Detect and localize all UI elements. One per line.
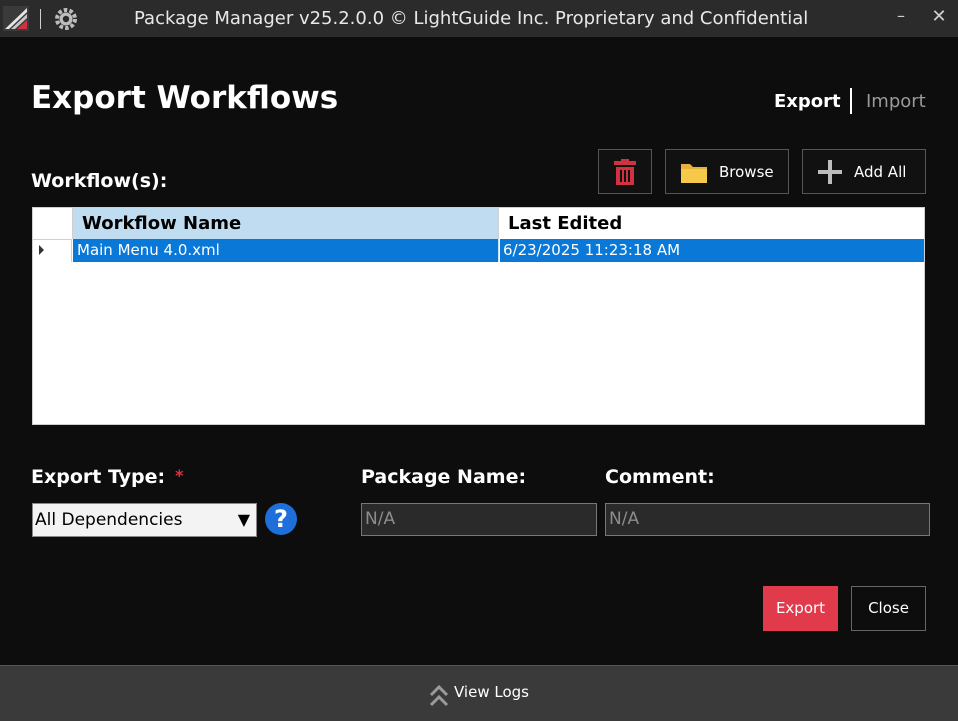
package-name-field[interactable]: N/A xyxy=(361,503,597,536)
title-bar: Package Manager v25.2.0.0 © LightGuide I… xyxy=(0,0,958,37)
column-header-workflow-name[interactable]: Workflow Name xyxy=(73,208,499,239)
table-header: Workflow Name Last Edited xyxy=(33,208,924,239)
package-name-label: Package Name: xyxy=(361,466,527,488)
double-chevron-up-icon xyxy=(429,684,449,707)
export-type-label-text: Export Type: xyxy=(31,466,166,488)
comment-field[interactable]: N/A xyxy=(605,503,930,536)
row-pointer-icon xyxy=(39,245,44,255)
workflows-label: Workflow(s): xyxy=(31,170,168,192)
gear-icon[interactable] xyxy=(54,7,78,31)
plus-icon xyxy=(818,159,842,184)
table-corner-cell xyxy=(33,208,73,239)
delete-button[interactable] xyxy=(598,149,652,194)
close-window-button[interactable]: ✕ xyxy=(929,6,949,30)
row-header[interactable] xyxy=(33,239,72,262)
workflows-table[interactable]: Workflow Name Last Edited Main Menu 4.0.… xyxy=(32,207,925,425)
table-row[interactable]: Main Menu 4.0.xml 6/23/2025 11:23:18 AM xyxy=(33,239,924,262)
view-logs-bar[interactable]: View Logs xyxy=(0,665,958,721)
trash-icon xyxy=(614,158,636,185)
comment-label: Comment: xyxy=(605,466,715,488)
close-button[interactable]: Close xyxy=(851,586,926,631)
column-header-last-edited[interactable]: Last Edited xyxy=(500,208,924,239)
page-title: Export Workflows xyxy=(31,80,339,116)
browse-button[interactable]: Browse xyxy=(665,149,789,194)
tab-export[interactable]: Export xyxy=(774,91,841,112)
view-logs-label: View Logs xyxy=(454,683,529,701)
add-all-button[interactable]: Add All xyxy=(802,149,926,194)
titlebar-divider xyxy=(40,9,41,29)
required-marker: * xyxy=(175,466,184,485)
minimize-button[interactable]: – xyxy=(893,6,909,30)
export-type-label: Export Type: * xyxy=(31,466,184,488)
export-type-value: All Dependencies xyxy=(35,510,183,530)
cell-workflow-name[interactable]: Main Menu 4.0.xml xyxy=(73,239,499,262)
tab-import[interactable]: Import xyxy=(866,91,926,112)
lightguide-logo-icon xyxy=(3,6,29,31)
browse-button-label: Browse xyxy=(719,162,774,181)
export-type-select[interactable]: All Dependencies ▼ xyxy=(32,503,257,537)
help-icon[interactable]: ? xyxy=(265,503,297,535)
chevron-down-icon: ▼ xyxy=(237,510,250,529)
cell-last-edited[interactable]: 6/23/2025 11:23:18 AM xyxy=(500,239,924,262)
folder-icon xyxy=(681,163,707,183)
mode-divider xyxy=(850,88,852,114)
window-title: Package Manager v25.2.0.0 © LightGuide I… xyxy=(134,8,809,29)
export-button[interactable]: Export xyxy=(763,586,838,631)
add-all-button-label: Add All xyxy=(854,162,907,181)
